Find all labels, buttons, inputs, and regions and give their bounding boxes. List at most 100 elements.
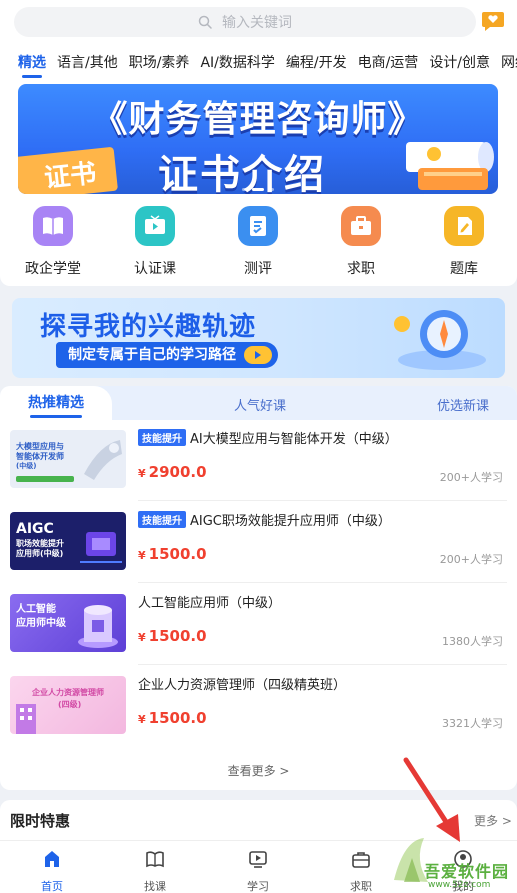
course-title-text: AIGC职场效能提升应用师（中级） bbox=[190, 514, 391, 529]
category-tab-ai[interactable]: AI/数据科学 bbox=[200, 52, 274, 72]
price-value: 1500.0 bbox=[148, 627, 207, 645]
quick-entry-label: 求职 bbox=[347, 261, 375, 277]
doc-check-icon bbox=[238, 206, 278, 246]
quick-entry-question-bank[interactable]: 题库 bbox=[429, 206, 499, 278]
course-price: ¥1500.0 bbox=[138, 709, 207, 727]
learner-count: 1380人学习 bbox=[442, 635, 503, 648]
currency: ¥ bbox=[138, 713, 146, 726]
course-thumbnail: 企业人力资源管理师 (四级) bbox=[10, 676, 126, 734]
indicator-dot-active bbox=[252, 188, 264, 191]
arrow-right-icon bbox=[244, 346, 272, 364]
message-icon[interactable] bbox=[481, 10, 505, 32]
tab-jobs[interactable]: 求职 bbox=[336, 849, 386, 893]
thumbnail-text: 人工智能 bbox=[16, 604, 56, 615]
watermark: 吾爱软件园 www.52z.com bbox=[384, 830, 517, 893]
limited-offer-title: 限时特惠 bbox=[10, 812, 71, 830]
course-item[interactable]: AIGC 职场效能提升 应用师(中级) 技能提升 AIGC职场效能提升应用师（中… bbox=[10, 506, 507, 588]
learner-count: 200+人学习 bbox=[439, 471, 503, 484]
briefcase-icon bbox=[341, 206, 381, 246]
course-item[interactable]: 企业人力资源管理师 (四级) 企业人力资源管理师（四级精英班） ¥1500.0 … bbox=[10, 670, 507, 752]
category-tab-workplace[interactable]: 职场/素养 bbox=[129, 52, 190, 72]
ai-cylinder-icon bbox=[78, 605, 118, 648]
tab-label: 首页 bbox=[41, 880, 63, 893]
course-item[interactable]: 大模型应用与 智能体开发师 (中级) 技能提升 AI大模型应用与智能体开发（中级… bbox=[10, 424, 507, 506]
tab-find-course[interactable]: 找课 bbox=[130, 849, 180, 893]
course-title-text: 人工智能应用师（中级） bbox=[138, 596, 282, 611]
tab-study[interactable]: 学习 bbox=[233, 849, 283, 893]
thumbnail-text: 职场效能提升 bbox=[16, 539, 64, 548]
bag-icon bbox=[352, 852, 370, 868]
course-item[interactable]: 人工智能 应用师中级 人工智能应用师（中级） ¥1500.0 1380人学习 bbox=[10, 588, 507, 670]
price-value: 2900.0 bbox=[148, 463, 207, 481]
indicator-dot bbox=[268, 188, 274, 191]
currency: ¥ bbox=[138, 467, 146, 480]
thumbnail-text: 应用师中级 bbox=[16, 618, 66, 629]
course-tabs: 热推精选 人气好课 优选新课 bbox=[0, 386, 517, 420]
tab-new[interactable]: 优选新课 bbox=[437, 395, 489, 414]
currency: ¥ bbox=[138, 549, 146, 562]
quick-entries: 政企学堂 认证课 测评 求职 题库 bbox=[0, 198, 517, 286]
course-thumbnail: AIGC 职场效能提升 应用师(中级) bbox=[10, 512, 126, 570]
banner-area: 《财务管理咨询师》 证书 证书介绍 bbox=[0, 80, 517, 198]
play-screen-icon bbox=[249, 851, 267, 868]
course-title: 企业人力资源管理师（四级精英班） bbox=[138, 674, 346, 693]
indicator-dot bbox=[242, 188, 248, 191]
course-price: ¥1500.0 bbox=[138, 627, 207, 645]
quick-entry-jobs[interactable]: 求职 bbox=[326, 206, 396, 278]
divider bbox=[138, 582, 507, 583]
tab-home[interactable]: 首页 bbox=[27, 849, 77, 893]
top-bar: 输入关键词 bbox=[0, 0, 517, 44]
thumbnail-text: 大模型应用与 bbox=[16, 442, 64, 451]
category-tab-programming[interactable]: 编程/开发 bbox=[286, 52, 347, 72]
quick-entry-certification[interactable]: 认证课 bbox=[120, 206, 190, 278]
thumbnail-text: 智能体开发师 bbox=[16, 452, 64, 461]
course-thumbnail: 人工智能 应用师中级 bbox=[10, 594, 126, 652]
thumbnail-text: AIGC bbox=[16, 521, 54, 537]
divider bbox=[138, 664, 507, 665]
category-tab-featured[interactable]: 精选 bbox=[18, 52, 46, 78]
thumbnail-text: (中级) bbox=[16, 462, 37, 470]
quick-entry-label: 政企学堂 bbox=[25, 261, 81, 277]
banner-badge: 证书 bbox=[18, 146, 119, 194]
quick-entry-enterprise[interactable]: 政企学堂 bbox=[18, 206, 88, 278]
category-tab-ecommerce[interactable]: 电商/运营 bbox=[358, 52, 419, 72]
skill-tag: 技能提升 bbox=[138, 511, 186, 528]
watermark-text: 吾爱软件园 bbox=[424, 862, 510, 881]
interest-banner[interactable]: 探寻我的兴趣轨迹 制定专属于自己的学习路径 bbox=[12, 298, 505, 378]
course-title-text: AI大模型应用与智能体开发（中级） bbox=[190, 432, 398, 447]
thumbnail-text: 应用师(中级) bbox=[16, 549, 64, 558]
category-tab-network[interactable]: 网络 bbox=[501, 52, 517, 72]
search-icon bbox=[198, 15, 212, 29]
compass-illustration-icon bbox=[394, 310, 486, 370]
pen-icon bbox=[444, 206, 484, 246]
currency: ¥ bbox=[138, 631, 146, 644]
category-tab-language[interactable]: 语言/其他 bbox=[57, 52, 118, 72]
promo-banner[interactable]: 《财务管理咨询师》 证书 证书介绍 bbox=[18, 84, 498, 194]
tv-icon bbox=[135, 206, 175, 246]
price-value: 1500.0 bbox=[148, 545, 207, 563]
limited-offer-more-link[interactable]: 更多 > bbox=[474, 812, 512, 829]
tab-hot-picks[interactable]: 热推精选 bbox=[0, 386, 112, 420]
course-title-text: 企业人力资源管理师（四级精英班） bbox=[138, 678, 347, 693]
course-thumbnail: 大模型应用与 智能体开发师 (中级) bbox=[10, 430, 126, 488]
certificate-scroll-icon bbox=[406, 142, 494, 190]
quick-entry-label: 题库 bbox=[450, 261, 478, 277]
course-price: ¥1500.0 bbox=[138, 545, 207, 563]
learner-count: 3321人学习 bbox=[442, 717, 503, 730]
learning-path-label: 制定专属于自己的学习路径 bbox=[68, 347, 236, 363]
quick-entry-assessment[interactable]: 测评 bbox=[223, 206, 293, 278]
interest-title: 探寻我的兴趣轨迹 bbox=[40, 312, 257, 342]
category-tab-design[interactable]: 设计/创意 bbox=[429, 52, 490, 72]
learning-path-button[interactable]: 制定专属于自己的学习路径 bbox=[56, 342, 278, 368]
search-input[interactable]: 输入关键词 bbox=[14, 7, 476, 37]
skill-tag: 技能提升 bbox=[138, 429, 186, 446]
course-title: 技能提升 AI大模型应用与智能体开发（中级） bbox=[138, 428, 398, 447]
quick-entry-label: 测评 bbox=[244, 261, 272, 277]
tab-label: 求职 bbox=[350, 880, 372, 893]
watermark-url: www.52z.com bbox=[428, 880, 491, 890]
tab-label: 找课 bbox=[144, 880, 166, 893]
chip-icon bbox=[80, 532, 122, 563]
course-price: ¥2900.0 bbox=[138, 463, 207, 481]
tab-popular[interactable]: 人气好课 bbox=[234, 395, 286, 414]
quick-entry-label: 认证课 bbox=[134, 261, 176, 277]
